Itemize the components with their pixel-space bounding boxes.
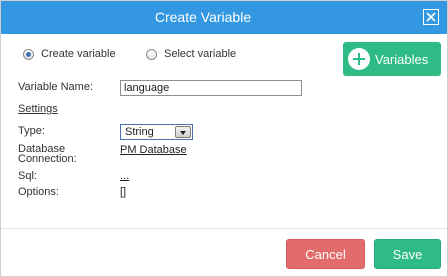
footer-divider: [1, 228, 447, 229]
radio-unchecked-icon[interactable]: [146, 48, 157, 60]
plus-circle-icon: [348, 48, 370, 70]
select-variable-radio[interactable]: Select variable: [146, 47, 236, 61]
database-connection-link[interactable]: PM Database: [120, 145, 187, 156]
save-button[interactable]: Save: [374, 239, 441, 269]
create-variable-dialog: Create Variable Create variable Select v…: [0, 0, 448, 277]
create-variable-radio[interactable]: Create variable: [23, 47, 116, 61]
select-variable-label: Select variable: [164, 48, 237, 60]
variables-button-label: Variables: [375, 51, 429, 67]
type-label: Type:: [18, 125, 45, 137]
options-link[interactable]: []: [120, 187, 126, 198]
dialog-title: Create Variable: [154, 9, 252, 25]
radio-checked-icon[interactable]: [23, 48, 34, 60]
settings-heading: Settings: [18, 103, 58, 115]
dialog-titlebar: Create Variable: [1, 1, 447, 34]
variable-name-input[interactable]: [120, 80, 302, 96]
type-select-value: String: [125, 126, 154, 138]
sql-link[interactable]: ...: [120, 171, 129, 182]
variables-button[interactable]: Variables: [343, 42, 441, 76]
close-icon[interactable]: [423, 9, 439, 25]
type-select[interactable]: String: [120, 124, 193, 140]
create-variable-label: Create variable: [41, 48, 116, 60]
database-connection-label-line2: Connection:: [18, 153, 77, 165]
chevron-down-icon[interactable]: [175, 126, 191, 138]
options-label: Options:: [18, 186, 59, 198]
sql-label: Sql:: [18, 170, 37, 182]
variable-name-label: Variable Name:: [18, 81, 93, 93]
cancel-button[interactable]: Cancel: [286, 239, 365, 269]
